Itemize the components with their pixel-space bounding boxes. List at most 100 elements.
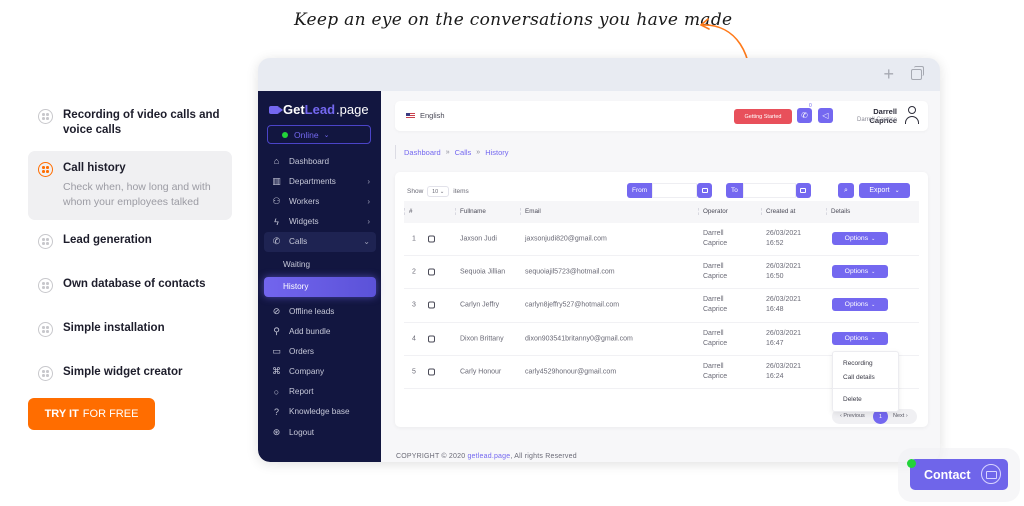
row-checkbox[interactable]	[428, 301, 435, 309]
to-date-input[interactable]	[742, 183, 796, 198]
sidebar-item-orders[interactable]: ▭ Orders	[264, 341, 376, 361]
logo-lead: Lead	[304, 102, 336, 117]
row-operator: Darrell Caprice	[703, 329, 728, 347]
sidebar-item-workers[interactable]: ⚇ Workers ›	[264, 191, 376, 211]
table-header: # Fullname Email Operator Created at Det…	[404, 201, 919, 223]
options-button[interactable]: Options⌄	[832, 298, 888, 312]
logo[interactable]: Get Lead .page	[269, 102, 369, 117]
row-created-at: 26/03/2021 16:47	[766, 329, 802, 347]
row-checkbox[interactable]	[428, 368, 435, 376]
table-row: 3 Carlyn Jeffry carlyn8jeffry527@hotmail…	[404, 289, 919, 323]
sidebar-item-logout[interactable]: ⊛ Logout	[264, 422, 376, 442]
sidebar-item-departments[interactable]: ▥ Departments ›	[264, 171, 376, 191]
col-operator[interactable]: Operator	[698, 208, 728, 215]
language-selector[interactable]: English	[406, 111, 445, 120]
row-created-at: 26/03/2021 16:50	[766, 263, 802, 281]
chevron-down-icon: ⌄	[323, 131, 330, 139]
try-it-free-button[interactable]: TRY IT FOR FREE	[28, 398, 155, 430]
bolt-icon: ϟ	[274, 216, 279, 227]
sidebar-subitem-history[interactable]: History	[264, 276, 376, 297]
row-checkbox[interactable]	[428, 335, 435, 343]
feature-item-contacts-database[interactable]: Own database of contacts	[28, 269, 232, 301]
row-checkbox[interactable]	[428, 268, 435, 276]
copyright-link[interactable]: getlead.page	[467, 453, 510, 460]
from-date-input[interactable]	[652, 183, 698, 198]
table-row: 1 Jaxson Judi jaxsonjudi820@gmail.com Da…	[404, 223, 919, 257]
col-email[interactable]: Email	[520, 208, 541, 215]
video-camera-icon	[269, 105, 283, 114]
breadcrumb-dashboard[interactable]: Dashboard	[404, 148, 441, 157]
sound-button[interactable]: ◁	[818, 108, 833, 123]
col-details[interactable]: Details	[826, 208, 850, 215]
sidebar-nav: ⌂ Dashboard ▥ Departments › ⚇ Workers › ϟ Widg…	[264, 151, 376, 442]
menu-item-recording[interactable]: Recording	[843, 360, 873, 367]
video-chat-icon	[981, 464, 1001, 484]
main-content: English Getting Started ✆ 0 ◁ Darrell Ca…	[381, 91, 940, 462]
sidebar-subitem-waiting[interactable]: Waiting	[264, 255, 376, 275]
sidebar-item-company[interactable]: ⌘ Company	[264, 362, 376, 382]
feature-item-widget-creator[interactable]: Simple widget creator	[28, 357, 232, 389]
chevron-down-icon: ⌄	[871, 301, 876, 308]
search-icon: ⌕	[844, 186, 848, 194]
chevron-right-icon: ›	[367, 176, 370, 186]
options-button[interactable]: Options⌄	[832, 232, 888, 245]
row-created-at: 26/03/2021 16:24	[766, 362, 802, 380]
previous-page-button[interactable]: ‹ Previous	[840, 413, 865, 419]
row-checkbox[interactable]	[428, 235, 435, 243]
status-dropdown[interactable]: Online ⌄	[267, 125, 371, 144]
search-button[interactable]: ⌕	[838, 183, 854, 198]
col-created-at[interactable]: Created at	[761, 208, 795, 215]
feature-item-lead-generation[interactable]: Lead generation	[28, 225, 232, 257]
row-number: 5	[412, 368, 416, 376]
row-fullname: Sequoia Jillian	[460, 268, 506, 276]
options-button[interactable]: Options⌄	[832, 331, 888, 345]
to-date-group: To	[726, 183, 811, 198]
getting-started-button[interactable]: Getting Started	[734, 109, 792, 124]
menu-item-call-details[interactable]: Call details	[843, 374, 875, 381]
language-label: English	[420, 111, 445, 120]
sidebar-item-report[interactable]: ○ Report	[264, 382, 376, 402]
user-avatar-icon[interactable]	[904, 106, 920, 126]
duplicate-window-icon[interactable]	[911, 66, 924, 80]
sidebar-item-calls[interactable]: ✆ Calls ⌄	[264, 231, 376, 252]
copyright-suffix: , All rights Reserved	[510, 453, 577, 460]
calendar-button[interactable]	[795, 183, 811, 198]
page-size-select[interactable]: 10 ⌄	[427, 186, 450, 197]
feature-title: Recording of video calls and voice calls	[63, 109, 220, 136]
nav-label: Departments	[289, 176, 336, 186]
help-icon: ?	[273, 406, 279, 417]
row-email: jaxsonjudi820@gmail.com	[525, 235, 607, 243]
sidebar-item-knowledge-base[interactable]: ? Knowledge base	[264, 402, 376, 422]
sidebar-item-offline-leads[interactable]: ⊘ Offline leads	[264, 301, 376, 321]
new-tab-icon[interactable]: +	[883, 64, 894, 85]
calendar-icon	[800, 188, 807, 193]
sidebar-item-add-bundle[interactable]: ⚲ Add bundle	[264, 321, 376, 341]
us-flag-icon	[406, 112, 415, 119]
incoming-call-button[interactable]: ✆	[797, 108, 812, 123]
calendar-button[interactable]	[697, 183, 713, 198]
feature-list: Recording of video calls and voice calls…	[28, 100, 232, 394]
breadcrumb: Dashboard » Calls » History	[395, 145, 509, 159]
breadcrumb-history[interactable]: History	[485, 148, 508, 157]
feature-description: Check when, how long and with whom your …	[63, 181, 211, 208]
contact-label: Contact	[924, 467, 971, 482]
chevron-down-icon: ⌄	[363, 237, 370, 247]
grip-dots-icon	[38, 322, 53, 337]
breadcrumb-calls[interactable]: Calls	[455, 148, 472, 157]
next-page-button[interactable]: Next ›	[893, 413, 908, 419]
chat-icon: ○	[273, 386, 280, 397]
col-fullname[interactable]: Fullname	[455, 208, 486, 215]
col-number[interactable]: #	[404, 208, 413, 215]
sidebar-item-dashboard[interactable]: ⌂ Dashboard	[264, 151, 376, 171]
menu-item-delete[interactable]: Delete	[843, 396, 862, 403]
sidebar-item-widgets[interactable]: ϟ Widgets ›	[264, 212, 376, 232]
options-label: Options	[844, 301, 869, 309]
nav-label: Calls	[289, 237, 308, 247]
export-button[interactable]: Export ⌄	[859, 183, 910, 198]
nav-label: Widgets	[289, 217, 319, 227]
options-button[interactable]: Options⌄	[832, 265, 888, 279]
feature-item-simple-installation[interactable]: Simple installation	[28, 313, 232, 345]
feature-item-call-history[interactable]: Call history Check when, how long and wi…	[28, 151, 232, 220]
copyright-text: COPYRIGHT © 2020	[396, 453, 468, 460]
feature-item-recording[interactable]: Recording of video calls and voice calls	[28, 100, 232, 146]
